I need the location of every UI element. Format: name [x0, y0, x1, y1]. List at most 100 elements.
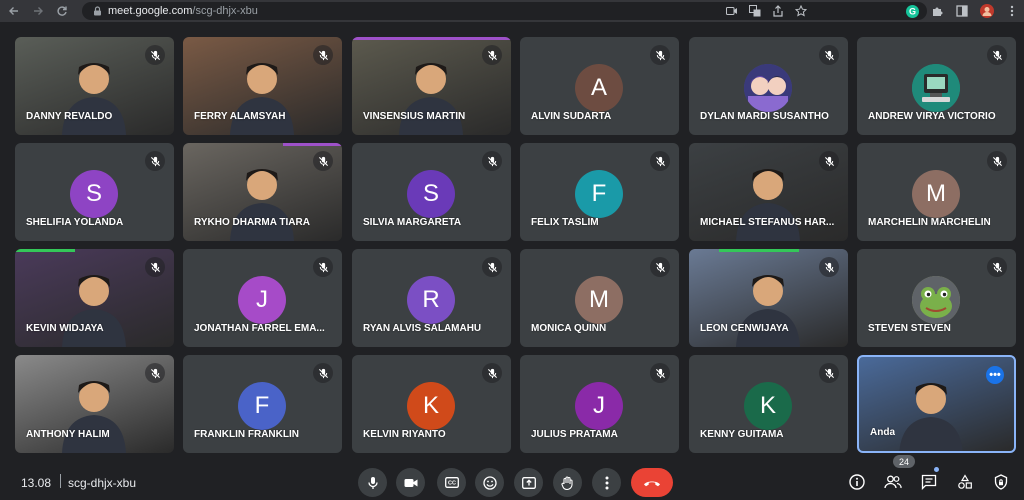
- emoji-reactions-button[interactable]: [475, 468, 504, 497]
- participant-name: STEVEN STEVEN: [868, 323, 951, 334]
- participant-name: DANNY REVALDO: [26, 111, 113, 122]
- divider: [60, 474, 61, 488]
- participant-name: ANDREW VIRYA VICTORIO: [868, 111, 996, 122]
- participant-tile[interactable]: M MONICA QUINN: [520, 249, 679, 347]
- raise-hand-button[interactable]: [553, 468, 582, 497]
- reload-icon[interactable]: [52, 1, 72, 21]
- translate-icon[interactable]: [749, 5, 761, 17]
- menu-kebab-icon[interactable]: [1004, 3, 1020, 19]
- participant-tile[interactable]: KEVIN WIDJAYA: [15, 249, 174, 347]
- camera-button[interactable]: [396, 468, 425, 497]
- participant-tile[interactable]: J JONATHAN FARREL EMA...: [183, 249, 342, 347]
- mic-off-icon: [482, 45, 502, 65]
- participant-name: ALVIN SUDARTA: [531, 111, 612, 122]
- participant-count-badge: 24: [893, 455, 915, 468]
- meeting-code: scg-dhjx-xbu: [68, 476, 137, 490]
- participant-tile[interactable]: S SHELIFIA YOLANDA: [15, 143, 174, 241]
- participant-tile[interactable]: DANNY REVALDO: [15, 37, 174, 135]
- mic-off-icon: [313, 45, 333, 65]
- participant-tile[interactable]: DYLAN MARDI SUSANTHO: [689, 37, 848, 135]
- frog-avatar-icon: [912, 276, 960, 324]
- svg-text:G: G: [908, 6, 915, 16]
- participant-name: LEON CENWIJAYA: [700, 323, 789, 334]
- participant-tile[interactable]: F FRANKLIN FRANKLIN: [183, 355, 342, 453]
- emoji-icon: [482, 475, 497, 490]
- camera-icon: [404, 478, 417, 487]
- speaking-indicator: [283, 143, 342, 146]
- participant-tile[interactable]: MICHAEL STEFANUS HAR...: [689, 143, 848, 241]
- avatar-initial: K: [407, 382, 455, 430]
- avatar-initial: S: [70, 170, 118, 218]
- participant-name: SILVIA MARGARETA: [363, 217, 462, 228]
- tile-more-options-button[interactable]: •••: [986, 366, 1004, 384]
- people-icon: [884, 475, 902, 489]
- participant-tile[interactable]: LEON CENWIJAYA: [689, 249, 848, 347]
- present-screen-icon: [521, 476, 536, 489]
- mic-off-icon: [819, 151, 839, 171]
- participant-name: MONICA QUINN: [531, 323, 607, 334]
- grammarly-extension-icon[interactable]: G: [904, 3, 920, 19]
- mic-off-icon: [482, 363, 502, 383]
- participant-tile[interactable]: A ALVIN SUDARTA: [520, 37, 679, 135]
- captions-button[interactable]: CC: [437, 468, 466, 497]
- speaking-indicator: [15, 249, 75, 252]
- speaking-indicator: [352, 37, 511, 40]
- participant-tile[interactable]: J JULIUS PRATAMA: [520, 355, 679, 453]
- more-options-button[interactable]: [592, 468, 621, 497]
- activities-button[interactable]: [953, 470, 977, 494]
- participant-tile[interactable]: K KELVIN RIYANTO: [352, 355, 511, 453]
- participant-tile[interactable]: ••• Anda: [857, 355, 1016, 453]
- participant-name: RYKHO DHARMA TIARA: [194, 217, 310, 228]
- participant-name: JULIUS PRATAMA: [531, 429, 618, 440]
- participant-tile[interactable]: F FELIX TASLIM: [520, 143, 679, 241]
- chat-button[interactable]: [917, 470, 941, 494]
- avatar-initial: K: [744, 382, 792, 430]
- puzzle-extensions-icon[interactable]: [929, 3, 945, 19]
- share-icon[interactable]: [772, 5, 784, 17]
- mic-off-icon: [482, 151, 502, 171]
- host-controls-button[interactable]: [989, 470, 1013, 494]
- leave-call-button[interactable]: [631, 468, 673, 497]
- star-icon[interactable]: [795, 5, 807, 17]
- participant-tile[interactable]: M MARCHELIN MARCHELIN: [857, 143, 1016, 241]
- participant-tile[interactable]: ANTHONY HALIM: [15, 355, 174, 453]
- address-bar[interactable]: meet.google.com/scg-dhjx-xbu: [82, 2, 927, 20]
- back-arrow-icon[interactable]: [4, 1, 24, 21]
- present-screen-button[interactable]: [514, 468, 543, 497]
- avatar-initial: R: [407, 276, 455, 324]
- participant-tile[interactable]: STEVEN STEVEN: [857, 249, 1016, 347]
- participant-name: FELIX TASLIM: [531, 217, 599, 228]
- meet-window: meet.google.com/scg-dhjx-xbu G DANNY REV…: [0, 0, 1024, 500]
- participant-tile[interactable]: S SILVIA MARGARETA: [352, 143, 511, 241]
- camera-in-use-icon[interactable]: [726, 5, 738, 17]
- avatar-initial: J: [575, 382, 623, 430]
- profile-avatar-icon[interactable]: [979, 3, 995, 19]
- participant-tile[interactable]: R RYAN ALVIS SALAMAHU: [352, 249, 511, 347]
- bottom-control-bar: 13.08 scg-dhjx-xbu CC: [0, 465, 1024, 500]
- captions-icon: CC: [444, 477, 459, 488]
- participant-name: FRANKLIN FRANKLIN: [194, 429, 299, 440]
- participant-name: RYAN ALVIS SALAMAHU: [363, 323, 482, 334]
- forward-arrow-icon[interactable]: [28, 1, 48, 21]
- activities-shapes-icon: [958, 474, 972, 489]
- participant-tile[interactable]: RYKHO DHARMA TIARA: [183, 143, 342, 241]
- avatar-initial: J: [238, 276, 286, 324]
- microphone-button[interactable]: [358, 468, 387, 497]
- mic-off-icon: [145, 151, 165, 171]
- avatar-initial: F: [238, 382, 286, 430]
- mic-off-icon: [482, 257, 502, 277]
- participant-tile[interactable]: ANDREW VIRYA VICTORIO: [857, 37, 1016, 135]
- side-panel-icon[interactable]: [954, 3, 970, 19]
- avatar-initial: F: [575, 170, 623, 218]
- people-button[interactable]: [881, 470, 905, 494]
- participant-tile[interactable]: FERRY ALAMSYAH: [183, 37, 342, 135]
- participant-tile[interactable]: K KENNY GUITAMA: [689, 355, 848, 453]
- avatar-initial: M: [575, 276, 623, 324]
- meeting-details-button[interactable]: [845, 470, 869, 494]
- raise-hand-icon: [561, 475, 573, 490]
- participant-tile[interactable]: VINSENSIUS MARTIN: [352, 37, 511, 135]
- more-vert-icon: [605, 476, 608, 489]
- participant-name: SHELIFIA YOLANDA: [26, 217, 124, 228]
- chat-notification-dot: [934, 467, 939, 472]
- mic-off-icon: [650, 363, 670, 383]
